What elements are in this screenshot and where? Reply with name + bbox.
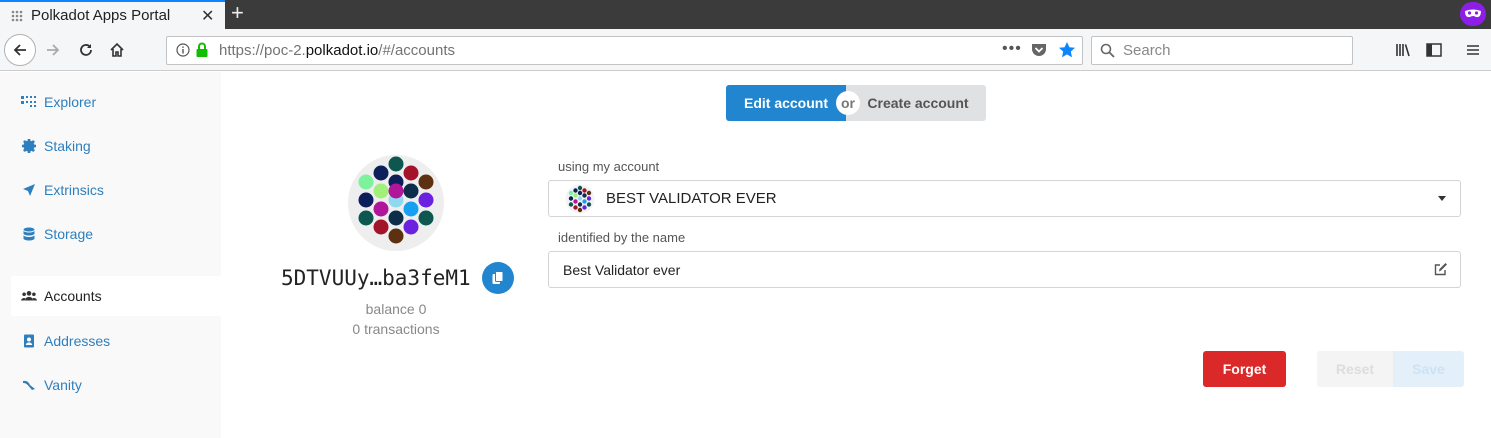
sidebar-item-label: Staking (44, 138, 91, 154)
send-icon (21, 182, 37, 198)
sidebar-item-label: Addresses (44, 333, 111, 349)
tab-title: Polkadot Apps Portal (31, 7, 171, 24)
account-transactions: 0 transactions (352, 321, 440, 337)
copy-icon (492, 271, 504, 284)
sidebar-item-explorer[interactable]: Explorer (11, 82, 221, 122)
sidebar-item-vanity[interactable]: Vanity (11, 365, 221, 405)
library-icon[interactable] (1395, 42, 1411, 58)
hamburger-menu-icon[interactable] (1466, 43, 1480, 57)
account-balance: balance 0 (365, 301, 427, 317)
sidebar-item-extrinsics[interactable]: Extrinsics (11, 170, 221, 210)
arrow-right-icon (47, 44, 60, 56)
copy-address-button[interactable] (482, 262, 514, 294)
account-name-input[interactable] (548, 251, 1461, 288)
trophy-icon (21, 377, 37, 393)
search-icon (1100, 43, 1115, 58)
account-address: 5DTVUUy…ba3feM1 (281, 266, 471, 290)
account-mini-identicon (565, 184, 595, 214)
sidebar-item-label: Vanity (44, 377, 82, 393)
certificate-icon (21, 138, 37, 154)
home-icon (110, 42, 124, 57)
sidebar-item-staking[interactable]: Staking (11, 126, 221, 166)
edit-account-button[interactable]: Edit account (726, 85, 846, 121)
new-tab-button[interactable]: + (231, 1, 244, 25)
forget-button[interactable]: Forget (1203, 351, 1286, 387)
reset-button[interactable]: Reset (1317, 351, 1393, 387)
tab-bar: Polkadot Apps Portal ✕ + (0, 0, 1491, 29)
reload-button[interactable] (74, 38, 98, 62)
sidebar-item-accounts[interactable]: Accounts (11, 276, 221, 316)
grid-icon (21, 94, 37, 110)
account-name-value: Best Validator ever (563, 262, 681, 278)
dropdown-caret-icon (1438, 196, 1446, 201)
or-divider: or (836, 91, 860, 115)
private-browsing-icon (1460, 2, 1486, 26)
address-book-icon (21, 333, 37, 349)
arrow-left-icon (13, 44, 26, 56)
sidebar-item-label: Extrinsics (44, 182, 104, 198)
users-icon (21, 288, 37, 304)
polkadot-favicon-icon (11, 10, 23, 22)
sidebar-item-addresses[interactable]: Addresses (11, 321, 221, 361)
account-select-label: using my account (558, 159, 660, 174)
reload-icon (80, 44, 92, 56)
sidebar-item-storage[interactable]: Storage (11, 214, 221, 254)
close-tab-icon[interactable]: ✕ (201, 6, 214, 26)
search-placeholder: Search (1123, 42, 1171, 59)
sidebar-item-label: Explorer (44, 94, 97, 110)
account-identicon[interactable] (348, 155, 444, 251)
lock-icon[interactable] (195, 42, 209, 58)
info-icon[interactable] (176, 43, 190, 57)
database-icon (21, 226, 37, 242)
sidebar-item-label: Storage (44, 226, 94, 242)
selected-account: BEST VALIDATOR EVER (606, 190, 777, 207)
pocket-icon[interactable] (1031, 43, 1047, 58)
forward-button[interactable] (41, 38, 65, 62)
home-button[interactable] (105, 38, 129, 62)
sidebar-toggle-icon[interactable] (1426, 42, 1442, 58)
create-account-button[interactable]: Create account (846, 85, 986, 121)
bookmark-star-icon[interactable] (1058, 41, 1076, 59)
edit-icon (1434, 263, 1447, 276)
page-actions-icon[interactable]: ••• (1002, 40, 1022, 58)
browser-tab[interactable]: Polkadot Apps Portal ✕ (0, 0, 225, 29)
save-button[interactable]: Save (1393, 351, 1464, 387)
sidebar-item-label: Accounts (44, 288, 102, 304)
name-label: identified by the name (558, 230, 686, 245)
url-text[interactable]: https://poc-2.polkadot.io/#/accounts (219, 42, 455, 59)
back-button[interactable] (4, 34, 36, 66)
